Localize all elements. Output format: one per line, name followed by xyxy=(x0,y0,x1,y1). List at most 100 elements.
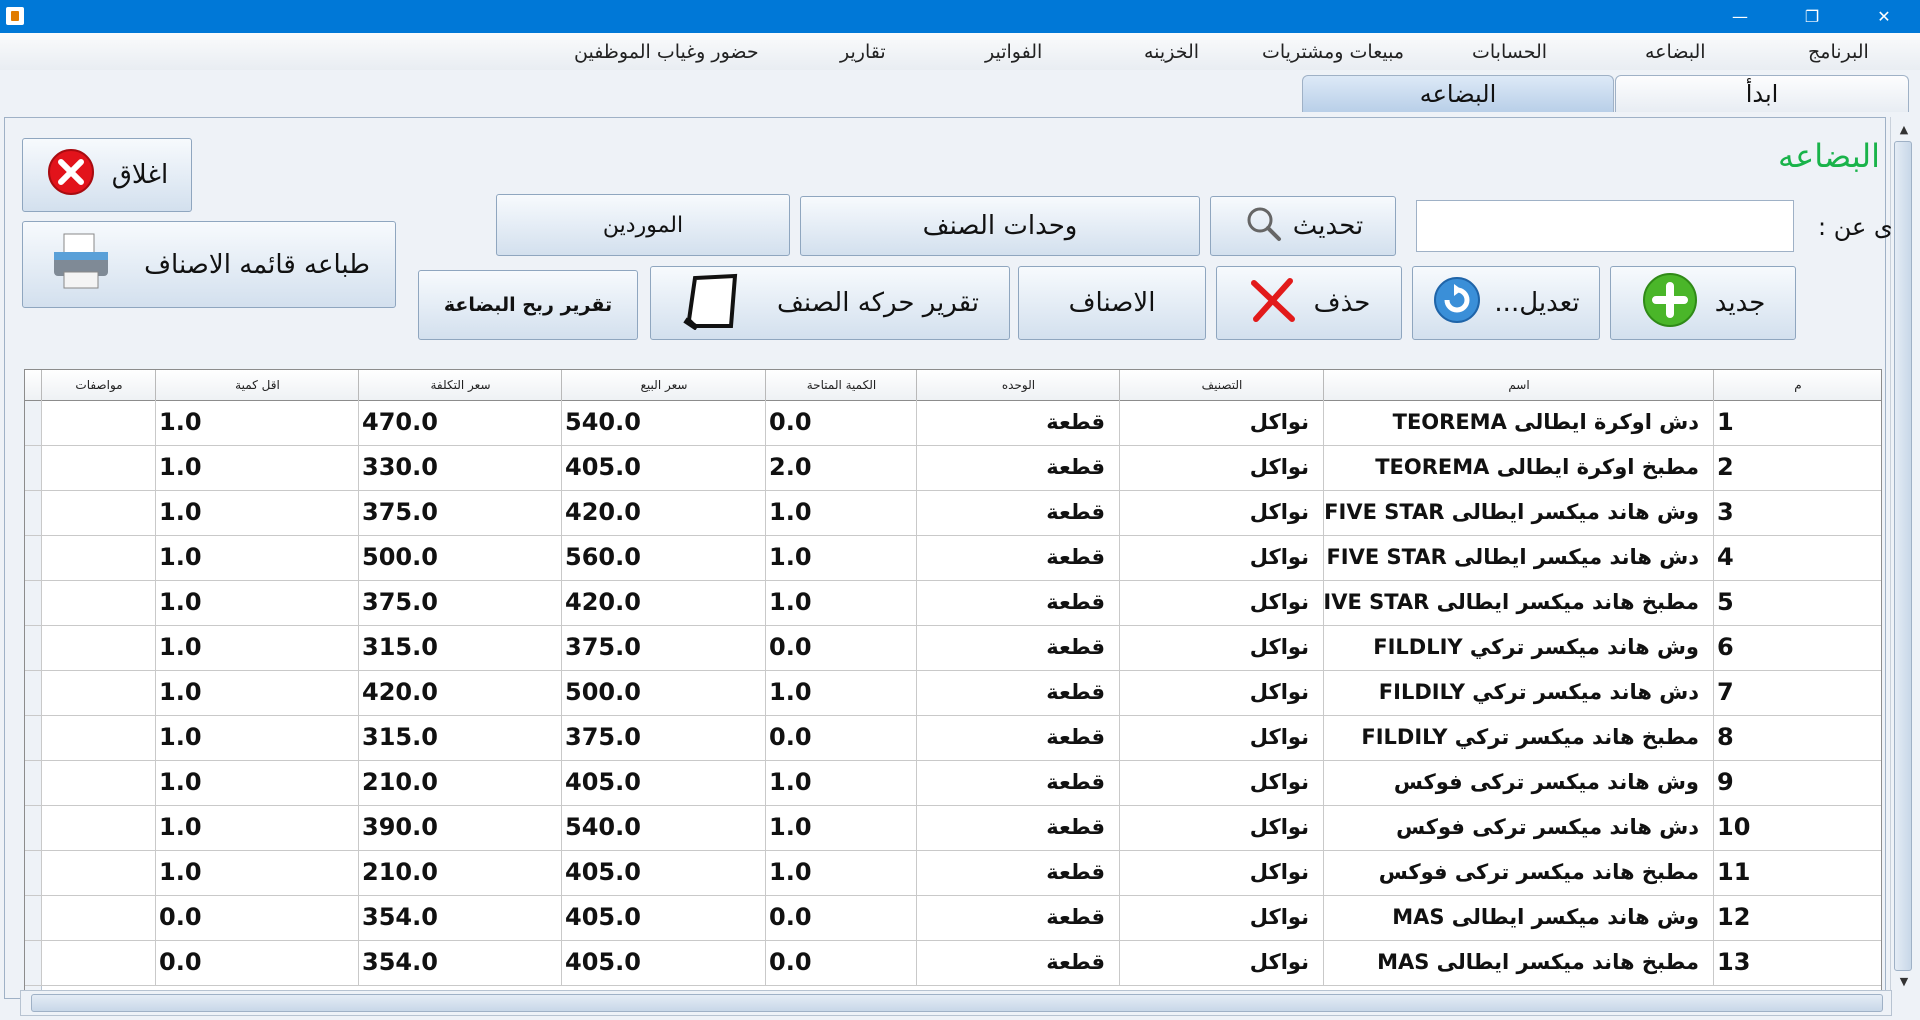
table-row[interactable]: 2 مطبخ اوكرة ايطالى TEOREMA نواكل قطعة 2.0 40… xyxy=(25,445,1881,491)
cell-price[interactable]: 540.0 xyxy=(561,805,765,850)
cell-unit[interactable]: قطعة xyxy=(916,625,1119,670)
cell-category[interactable]: نواكل xyxy=(1119,895,1323,940)
cell-num[interactable]: 5 xyxy=(1713,580,1881,625)
cell-specs[interactable] xyxy=(41,400,155,445)
cell-qty[interactable]: 1.0 xyxy=(765,580,916,625)
cell-qty[interactable]: 2.0 xyxy=(765,445,916,490)
suppliers-button[interactable]: الموردين xyxy=(496,194,790,256)
cell-category[interactable]: نواكل xyxy=(1119,850,1323,895)
print-items-list-button[interactable]: طباعه قائمه الاصناف xyxy=(22,221,396,308)
cell-min-qty[interactable]: 0.0 xyxy=(155,940,358,985)
header-price[interactable]: سعر البيع xyxy=(561,370,766,400)
table-row[interactable]: 5مطبخ هاند ميكسر ايطالى FIVE STARنواكلقط… xyxy=(25,580,1881,626)
table-row[interactable]: 13 مطبخ هاند ميكسر ايطالى MAS نواكل قطعة 0.0… xyxy=(25,940,1881,986)
header-unit[interactable]: الوحده xyxy=(916,370,1120,400)
cell-min-qty[interactable]: 1.0 xyxy=(155,580,358,625)
cell-cost[interactable]: 470.0 xyxy=(358,400,561,445)
cell-min-qty[interactable]: 1.0 xyxy=(155,805,358,850)
table-row[interactable]: 3 وش هاند ميكسر ايطالى FIVE STAR نواكل قطعة… xyxy=(25,490,1881,536)
cell-unit[interactable]: قطعة xyxy=(916,400,1119,445)
cell-num[interactable]: 2 xyxy=(1713,445,1881,490)
cell-min-qty[interactable]: 1.0 xyxy=(155,760,358,805)
cell-num[interactable]: 1 xyxy=(1713,400,1881,445)
cell-specs[interactable] xyxy=(41,805,155,850)
cell-unit[interactable]: قطعة xyxy=(916,535,1119,580)
search-input[interactable] xyxy=(1416,200,1794,252)
cell-unit[interactable]: قطعة xyxy=(916,895,1119,940)
cell-name[interactable]: مطبخ اوكرة ايطالى TEOREMA xyxy=(1323,445,1713,490)
scroll-down-arrow-icon[interactable]: ▼ xyxy=(1895,972,1913,990)
item-units-button[interactable]: وحدات الصنف xyxy=(800,196,1200,256)
cell-specs[interactable] xyxy=(41,670,155,715)
cell-cost[interactable]: 500.0 xyxy=(358,535,561,580)
cell-cost[interactable]: 375.0 xyxy=(358,580,561,625)
cell-cost[interactable]: 330.0 xyxy=(358,445,561,490)
cell-specs[interactable] xyxy=(41,490,155,535)
cell-category[interactable]: نواكل xyxy=(1119,580,1323,625)
cell-cost[interactable]: 354.0 xyxy=(358,895,561,940)
cell-num[interactable]: 6 xyxy=(1713,625,1881,670)
scroll-thumb[interactable] xyxy=(1894,141,1912,971)
cell-price[interactable]: 405.0 xyxy=(561,895,765,940)
menu-accounts[interactable]: الحسابات xyxy=(1472,41,1547,63)
table-row[interactable]: 4 دش هاند ميكسر ايطالى FIVE STAR نواكل قطعة… xyxy=(25,535,1881,581)
cell-num[interactable]: 13 xyxy=(1713,940,1881,985)
cell-name[interactable]: وش هاند ميكسر تركي FILDLIY xyxy=(1323,625,1713,670)
cell-name[interactable]: دش اوكرة ايطالى TEOREMA xyxy=(1323,400,1713,445)
cell-unit[interactable]: قطعة xyxy=(916,580,1119,625)
cell-name[interactable]: دش هاند ميكسر تركى فوكس xyxy=(1323,805,1713,850)
cell-qty[interactable]: 0.0 xyxy=(765,940,916,985)
edit-button[interactable]: تعديل... xyxy=(1412,266,1600,340)
cell-category[interactable]: نواكل xyxy=(1119,805,1323,850)
menu-sales-purchases[interactable]: مبيعات ومشتريات xyxy=(1262,41,1404,63)
restore-button[interactable]: ❐ xyxy=(1782,0,1842,33)
cell-price[interactable]: 540.0 xyxy=(561,400,765,445)
goods-profit-report-button[interactable]: تقرير ربح البضاعة xyxy=(418,270,638,340)
cell-qty[interactable]: 0.0 xyxy=(765,625,916,670)
cell-unit[interactable]: قطعة xyxy=(916,670,1119,715)
minimize-button[interactable]: — xyxy=(1710,0,1770,33)
cell-min-qty[interactable]: 1.0 xyxy=(155,400,358,445)
refresh-button[interactable]: تحديث xyxy=(1210,196,1396,256)
cell-qty[interactable]: 1.0 xyxy=(765,535,916,580)
cell-cost[interactable]: 390.0 xyxy=(358,805,561,850)
cell-qty[interactable]: 1.0 xyxy=(765,805,916,850)
cell-name[interactable]: مطبخ هاند ميكسر ايطالى FIVE STAR xyxy=(1323,580,1713,625)
cell-qty[interactable]: 0.0 xyxy=(765,895,916,940)
cell-category[interactable]: نواكل xyxy=(1119,625,1323,670)
cell-category[interactable]: نواكل xyxy=(1119,670,1323,715)
cell-price[interactable]: 500.0 xyxy=(561,670,765,715)
menu-reports[interactable]: تقارير xyxy=(840,41,886,63)
cell-price[interactable]: 405.0 xyxy=(561,850,765,895)
cell-cost[interactable]: 210.0 xyxy=(358,850,561,895)
table-row[interactable]: 11 مطبخ هاند ميكسر تركى فوكس نواكل قطعة 1.0 4… xyxy=(25,850,1881,896)
cell-unit[interactable]: قطعة xyxy=(916,760,1119,805)
item-movement-report-button[interactable]: تقرير حركه الصنف xyxy=(650,266,1010,340)
header-name[interactable]: اسم xyxy=(1323,370,1714,400)
header-min-qty[interactable]: اقل كمية xyxy=(155,370,359,400)
cell-qty[interactable]: 1.0 xyxy=(765,670,916,715)
cell-num[interactable]: 7 xyxy=(1713,670,1881,715)
cell-specs[interactable] xyxy=(41,850,155,895)
cell-category[interactable]: نواكل xyxy=(1119,940,1323,985)
cell-specs[interactable] xyxy=(41,715,155,760)
table-row[interactable]: 7 دش هاند ميكسر تركي FILDILY نواكل قطعة 1.0 5… xyxy=(25,670,1881,716)
page-vertical-scrollbar[interactable]: ▲ ▼ xyxy=(1890,117,1917,997)
cell-unit[interactable]: قطعة xyxy=(916,940,1119,985)
cell-specs[interactable] xyxy=(41,760,155,805)
cell-price[interactable]: 405.0 xyxy=(561,445,765,490)
table-row[interactable]: 12 وش هاند ميكسر ايطالى MAS نواكل قطعة 0.0 40… xyxy=(25,895,1881,941)
tab-start[interactable]: ابدأ xyxy=(1615,75,1909,112)
cell-num[interactable]: 4 xyxy=(1713,535,1881,580)
cell-qty[interactable]: 0.0 xyxy=(765,715,916,760)
cell-name[interactable]: مطبخ هاند ميكسر تركي FILDILY xyxy=(1323,715,1713,760)
menu-invoices[interactable]: الفواتير xyxy=(985,41,1042,63)
cell-cost[interactable]: 315.0 xyxy=(358,715,561,760)
cell-price[interactable]: 420.0 xyxy=(561,490,765,535)
cell-name[interactable]: وش هاند ميكسر ايطالى MAS xyxy=(1323,895,1713,940)
new-button[interactable]: جديد xyxy=(1610,266,1796,340)
horizontal-scrollbar[interactable] xyxy=(20,990,1892,1016)
menu-program[interactable]: البرنامج xyxy=(1808,41,1869,63)
cell-specs[interactable] xyxy=(41,580,155,625)
cell-name[interactable]: مطبخ هاند ميكسر تركى فوكس xyxy=(1323,850,1713,895)
